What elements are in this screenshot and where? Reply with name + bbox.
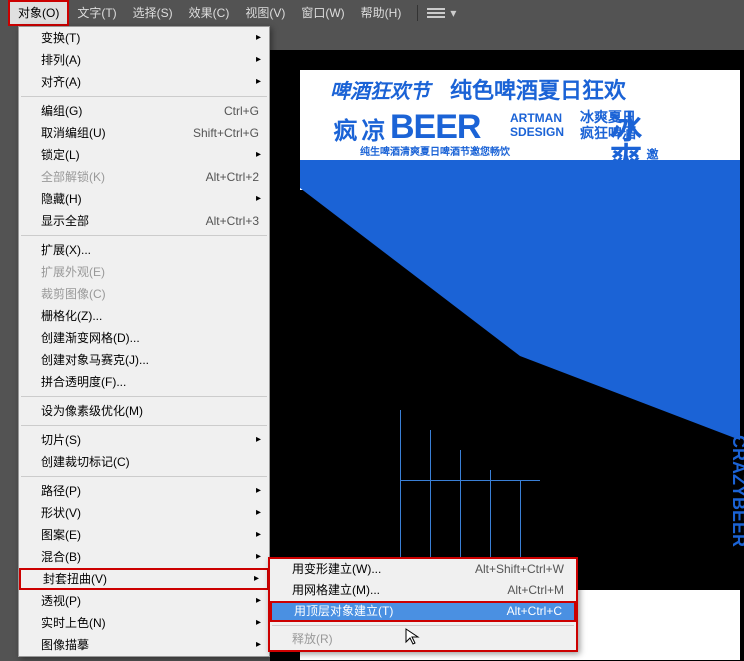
menu-trim-marks[interactable]: 创建裁切标记(C)	[19, 451, 269, 473]
art-text: BEER	[390, 110, 480, 144]
menu-hide[interactable]: 隐藏(H)▸	[19, 188, 269, 210]
chevron-right-icon: ▸	[256, 480, 261, 502]
menu-select[interactable]: 选择(S)	[125, 0, 181, 26]
menu-crop-image[interactable]: 裁剪图像(C)	[19, 283, 269, 305]
chevron-right-icon: ▸	[256, 27, 261, 49]
menu-path[interactable]: 路径(P)▸	[19, 480, 269, 502]
menu-gradient-mesh[interactable]: 创建渐变网格(D)...	[19, 327, 269, 349]
menu-live-paint[interactable]: 实时上色(N)▸	[19, 612, 269, 634]
chevron-right-icon: ▸	[256, 546, 261, 568]
menu-lock[interactable]: 锁定(L)▸	[19, 144, 269, 166]
menu-separator	[21, 476, 267, 477]
menu-blend[interactable]: 混合(B)▸	[19, 546, 269, 568]
chevron-right-icon: ▸	[256, 590, 261, 612]
menu-separator	[21, 235, 267, 236]
chevron-right-icon: ▸	[256, 71, 261, 93]
separator	[417, 5, 418, 21]
menu-transform[interactable]: 变换(T)▸	[19, 27, 269, 49]
menu-rasterize[interactable]: 栅格化(Z)...	[19, 305, 269, 327]
chevron-right-icon: ▸	[256, 188, 261, 210]
menu-group[interactable]: 编组(G)Ctrl+G	[19, 100, 269, 122]
menu-separator	[21, 396, 267, 397]
menu-align[interactable]: 对齐(A)▸	[19, 71, 269, 93]
menu-separator	[21, 425, 267, 426]
menu-help[interactable]: 帮助(H)	[353, 0, 410, 26]
arrange-icon[interactable]	[426, 6, 446, 20]
menu-pixel-perfect[interactable]: 设为像素级优化(M)	[19, 400, 269, 422]
chevron-down-icon[interactable]: ▾	[450, 6, 456, 20]
chevron-right-icon: ▸	[256, 429, 261, 451]
art-text: 啤酒狂欢节	[330, 82, 430, 102]
submenu-make-with-mesh[interactable]: 用网格建立(M)...Alt+Ctrl+M	[270, 580, 576, 601]
envelope-submenu: 用变形建立(W)...Alt+Shift+Ctrl+W 用网格建立(M)...A…	[268, 557, 578, 652]
menu-object-mosaic[interactable]: 创建对象马赛克(J)...	[19, 349, 269, 371]
art-text: 纯色啤酒夏日狂欢	[450, 80, 626, 102]
menubar: 对象(O) 文字(T) 选择(S) 效果(C) 视图(V) 窗口(W) 帮助(H…	[0, 0, 744, 26]
menu-expand[interactable]: 扩展(X)...	[19, 239, 269, 261]
menu-show-all[interactable]: 显示全部Alt+Ctrl+3	[19, 210, 269, 232]
art-text: CRAZYBEER	[730, 435, 744, 547]
chevron-right-icon: ▸	[256, 502, 261, 524]
submenu-make-with-warp[interactable]: 用变形建立(W)...Alt+Shift+Ctrl+W	[270, 559, 576, 580]
chevron-right-icon: ▸	[254, 570, 259, 588]
menu-view[interactable]: 视图(V)	[237, 0, 293, 26]
chevron-right-icon: ▸	[256, 524, 261, 546]
chevron-right-icon: ▸	[256, 634, 261, 656]
art-text: SDESIGN	[510, 126, 564, 138]
menu-type[interactable]: 文字(T)	[69, 0, 124, 26]
menu-shape[interactable]: 形状(V)▸	[19, 502, 269, 524]
menu-separator	[21, 96, 267, 97]
art-text: 纯生啤酒清爽夏日啤酒节邀您畅饮	[360, 148, 510, 158]
menu-window[interactable]: 窗口(W)	[293, 0, 352, 26]
object-menu-dropdown: 变换(T)▸ 排列(A)▸ 对齐(A)▸ 编组(G)Ctrl+G 取消编组(U)…	[18, 26, 270, 657]
menu-unlock-all[interactable]: 全部解锁(K)Alt+Ctrl+2	[19, 166, 269, 188]
menu-separator	[272, 625, 574, 626]
art-text: ARTMAN	[510, 112, 562, 124]
menu-flatten-transparency[interactable]: 拼合透明度(F)...	[19, 371, 269, 393]
menu-image-trace[interactable]: 图像描摹▸	[19, 634, 269, 656]
menu-ungroup[interactable]: 取消编组(U)Shift+Ctrl+G	[19, 122, 269, 144]
menu-expand-appearance[interactable]: 扩展外观(E)	[19, 261, 269, 283]
menu-object[interactable]: 对象(O)	[8, 0, 69, 26]
menu-envelope-distort[interactable]: 封套扭曲(V)▸	[19, 568, 269, 590]
menu-arrange[interactable]: 排列(A)▸	[19, 49, 269, 71]
submenu-release[interactable]: 释放(R)	[270, 629, 576, 650]
chevron-right-icon: ▸	[256, 49, 261, 71]
menu-slice[interactable]: 切片(S)▸	[19, 429, 269, 451]
chevron-right-icon: ▸	[256, 612, 261, 634]
menu-effect[interactable]: 效果(C)	[181, 0, 238, 26]
art-text: 疯	[330, 118, 354, 142]
chevron-right-icon: ▸	[256, 144, 261, 166]
cursor-icon	[405, 628, 423, 651]
menu-perspective[interactable]: 透视(P)▸	[19, 590, 269, 612]
art-text: 凉	[358, 118, 382, 142]
submenu-make-with-top[interactable]: 用顶层对象建立(T)Alt+Ctrl+C	[270, 601, 576, 622]
menu-pattern[interactable]: 图案(E)▸	[19, 524, 269, 546]
